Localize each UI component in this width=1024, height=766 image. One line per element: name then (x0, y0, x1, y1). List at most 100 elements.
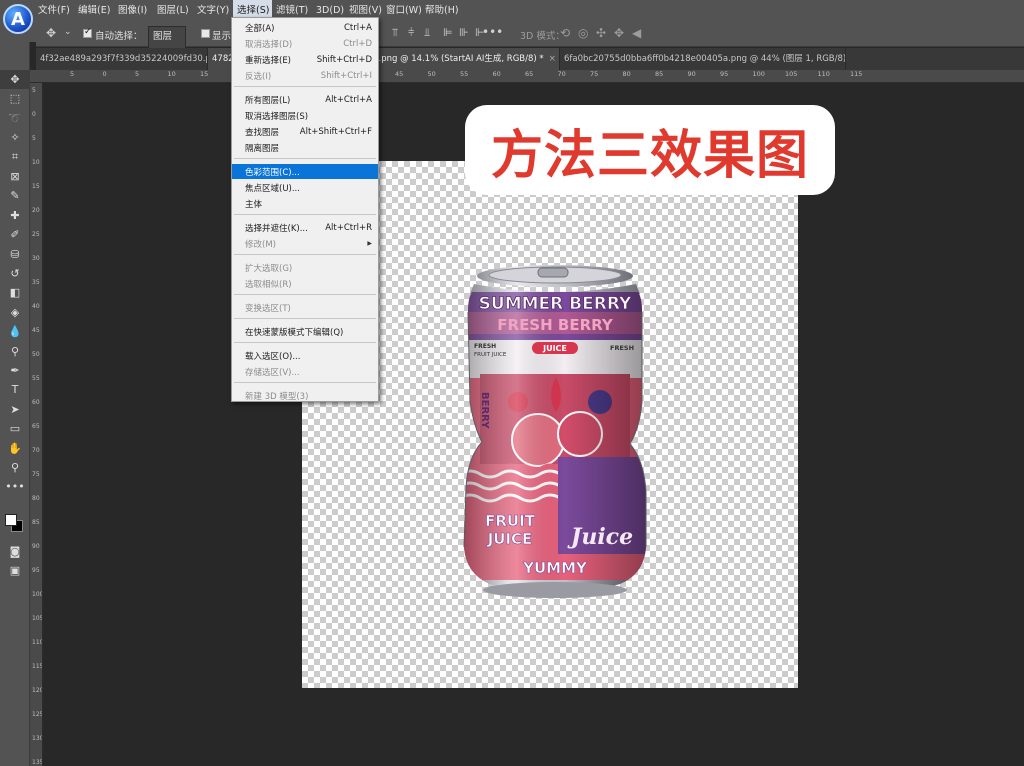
paint-bucket-icon[interactable]: ◈ (0, 303, 30, 322)
ruler-tick-label: 90 (687, 70, 696, 78)
select-menu-item[interactable]: 重新选择(E) Shift+Ctrl+D (232, 52, 378, 67)
select-menu-item-label: 重新选择(E) (245, 55, 292, 66)
more-tools-icon[interactable]: ••• (0, 477, 30, 496)
select-menu-item[interactable]: 查找图层 Alt+Shift+Ctrl+F (232, 124, 378, 139)
select-menu-item: 取消选择(D) Ctrl+D (232, 36, 378, 51)
options-bar: ✥ ⌄ 自动选择： 图层 ⌄ 显示 ⫪ ⫩ ⫫ ⊫ ⊪ ⊩ ••• 3D 模式：… (36, 21, 1024, 55)
select-menu-item[interactable]: 在快速蒙版模式下编辑(Q) (232, 324, 378, 339)
select-menu-item[interactable]: 色彩范围(C)... (232, 164, 378, 179)
marquee-tool-icon[interactable]: ⬚ (0, 89, 30, 108)
lasso-tool-icon[interactable]: ➰ (0, 109, 30, 128)
ruler-tick-label: 135 (32, 759, 43, 766)
align-center-icon[interactable]: ⊪ (459, 26, 469, 39)
align-middle-icon[interactable]: ⫩ (408, 26, 414, 40)
history-brush-icon[interactable]: ↺ (0, 264, 30, 283)
align-top-icon[interactable]: ⫪ (392, 26, 398, 40)
foreground-color-swatch[interactable] (5, 514, 17, 526)
ruler-tick-label: 55 (32, 375, 40, 382)
select-menu-item[interactable]: 所有图层(L) Alt+Ctrl+A (232, 92, 378, 107)
align-bottom-icon[interactable]: ⫫ (424, 26, 430, 40)
select-menu-item-label: 存储选区(V)... (245, 367, 300, 378)
select-menu-item: 反选(I) Shift+Ctrl+I (232, 68, 378, 83)
path-select-icon[interactable]: ➤ (0, 400, 30, 419)
type-tool-icon[interactable]: T (0, 380, 30, 399)
zoom-tool-icon[interactable]: ⚲ (0, 458, 30, 477)
crop-tool-icon[interactable]: ⌗ (0, 148, 30, 167)
document-tab[interactable]: 6fa0bc20755d0bba6ff0b4218e00405a.png @ 4… (560, 48, 846, 70)
auto-select-label: 自动选择： (95, 31, 143, 42)
can-text-berry-side: BERRY (479, 392, 490, 429)
frame-tool-icon[interactable]: ⊠ (0, 167, 30, 186)
menu-help[interactable]: 帮助(H) (421, 0, 461, 21)
move-tool-icon[interactable]: ✥ (0, 70, 30, 89)
more-options-icon[interactable]: ••• (482, 25, 503, 39)
select-menu-item[interactable]: 主体 (232, 196, 378, 211)
blur-tool-icon[interactable]: 💧 (0, 322, 30, 341)
3d-mode-label: 3D 模式： (520, 31, 565, 42)
select-menu-item[interactable]: 取消选择图层(S) (232, 108, 378, 123)
ruler-tick-label: 65 (525, 70, 534, 78)
rectangle-tool-icon[interactable]: ▭ (0, 419, 30, 438)
align-left-icon[interactable]: ⊫ (443, 26, 453, 39)
menu-separator (234, 214, 376, 215)
eraser-tool-icon[interactable]: ◧ (0, 283, 30, 302)
select-menu-item[interactable]: 焦点区域(U)... (232, 180, 378, 195)
select-menu-item-label: 选取相似(R) (245, 279, 292, 290)
vertical-ruler[interactable]: 5 0 5 10 15 20 25 30 35 40 45 50 55 60 65 70 75 80 85 90 95 1… (30, 83, 43, 766)
chevron-down-icon[interactable]: ⌄ (64, 27, 72, 37)
logo-letter: A (11, 8, 25, 30)
ruler-tick-label: 30 (32, 255, 40, 262)
menu-file[interactable]: 文件(F) (34, 0, 74, 21)
can-text-juice-badge: JUICE (542, 344, 567, 353)
select-menu-item[interactable]: 全部(A) Ctrl+A (232, 20, 378, 35)
hand-tool-icon[interactable]: ✋ (0, 439, 30, 458)
menu-layer[interactable]: 图层(L) (153, 0, 193, 21)
quick-mask-icon[interactable]: ◙ (0, 542, 30, 561)
app-logo[interactable]: A (0, 0, 36, 42)
can-text-juice-script: Juice (567, 524, 633, 550)
brush-tool-icon[interactable]: ✐ (0, 225, 30, 244)
magic-wand-icon[interactable]: ✧ (0, 128, 30, 147)
ruler-tick-label: 40 (32, 303, 40, 310)
select-menu-item-label: 扩大选取(G) (245, 263, 293, 274)
horizontal-ruler[interactable]: 5051015202530354045505560657075808590951… (30, 70, 1024, 83)
move-tool-icon[interactable]: ✥ (46, 26, 56, 40)
select-menu-item[interactable]: 载入选区(O)... (232, 348, 378, 363)
menu-bar: 文件(F) 编辑(E) 图像(I) 图层(L) 文字(Y) 选择(S) 滤镜(T) 3D(D)… (0, 0, 1024, 21)
ruler-tick-label: 45 (395, 70, 404, 78)
menu-separator (234, 382, 376, 383)
select-menu-item[interactable]: 选择并遮住(K)... Alt+Ctrl+R (232, 220, 378, 235)
ruler-tick-label: 105 (785, 70, 798, 78)
3d-camera-icon[interactable]: ◀ (632, 26, 641, 40)
document-tab[interactable]: 4f32ae489a293f7f339d35224009fd30.png @ 2… (36, 48, 208, 70)
menu-window[interactable]: 窗口(W) (382, 0, 422, 21)
stamp-tool-icon[interactable]: ⛁ (0, 245, 30, 264)
ruler-tick-label: 50 (32, 351, 40, 358)
healing-brush-icon[interactable]: ✚ (0, 206, 30, 225)
ruler-tick-label: 60 (492, 70, 501, 78)
document-tab-bar: 4f32ae489a293f7f339d35224009fd30.png @ 2… (36, 48, 1024, 70)
select-menu-item-shortcut: Alt+Shift+Ctrl+F (299, 126, 372, 137)
close-icon[interactable]: × (549, 54, 556, 64)
3d-pan-icon[interactable]: ✣ (596, 26, 606, 40)
dodge-tool-icon[interactable]: ⚲ (0, 342, 30, 361)
select-menu-item-label: 查找图层 (245, 127, 280, 138)
pen-tool-icon[interactable]: ✒ (0, 361, 30, 380)
screen-mode-icon[interactable]: ▣ (0, 561, 30, 580)
ruler-tick-label: 10 (32, 159, 40, 166)
3d-orbit-icon[interactable]: ⟲ (560, 26, 570, 40)
select-menu-item-label: 反选(I) (245, 71, 272, 82)
select-menu-item[interactable]: 隔离图层 (232, 140, 378, 155)
ruler-tick-label: 5 (32, 135, 36, 142)
3d-roll-icon[interactable]: ◎ (578, 26, 588, 40)
eyedropper-icon[interactable]: ✎ (0, 186, 30, 205)
auto-select-value: 图层 (153, 31, 173, 42)
menu-edit[interactable]: 编辑(E) (74, 0, 114, 21)
3d-slide-icon[interactable]: ✥ (614, 26, 624, 40)
select-menu-item: 扩大选取(G) (232, 260, 378, 275)
menu-image[interactable]: 图像(I) (114, 0, 153, 21)
ruler-tick-label: 85 (32, 519, 40, 526)
ruler-tick-label: 65 (32, 423, 40, 430)
ruler-tick-label: 105 (32, 615, 43, 622)
menu-type[interactable]: 文字(Y) (193, 0, 233, 21)
